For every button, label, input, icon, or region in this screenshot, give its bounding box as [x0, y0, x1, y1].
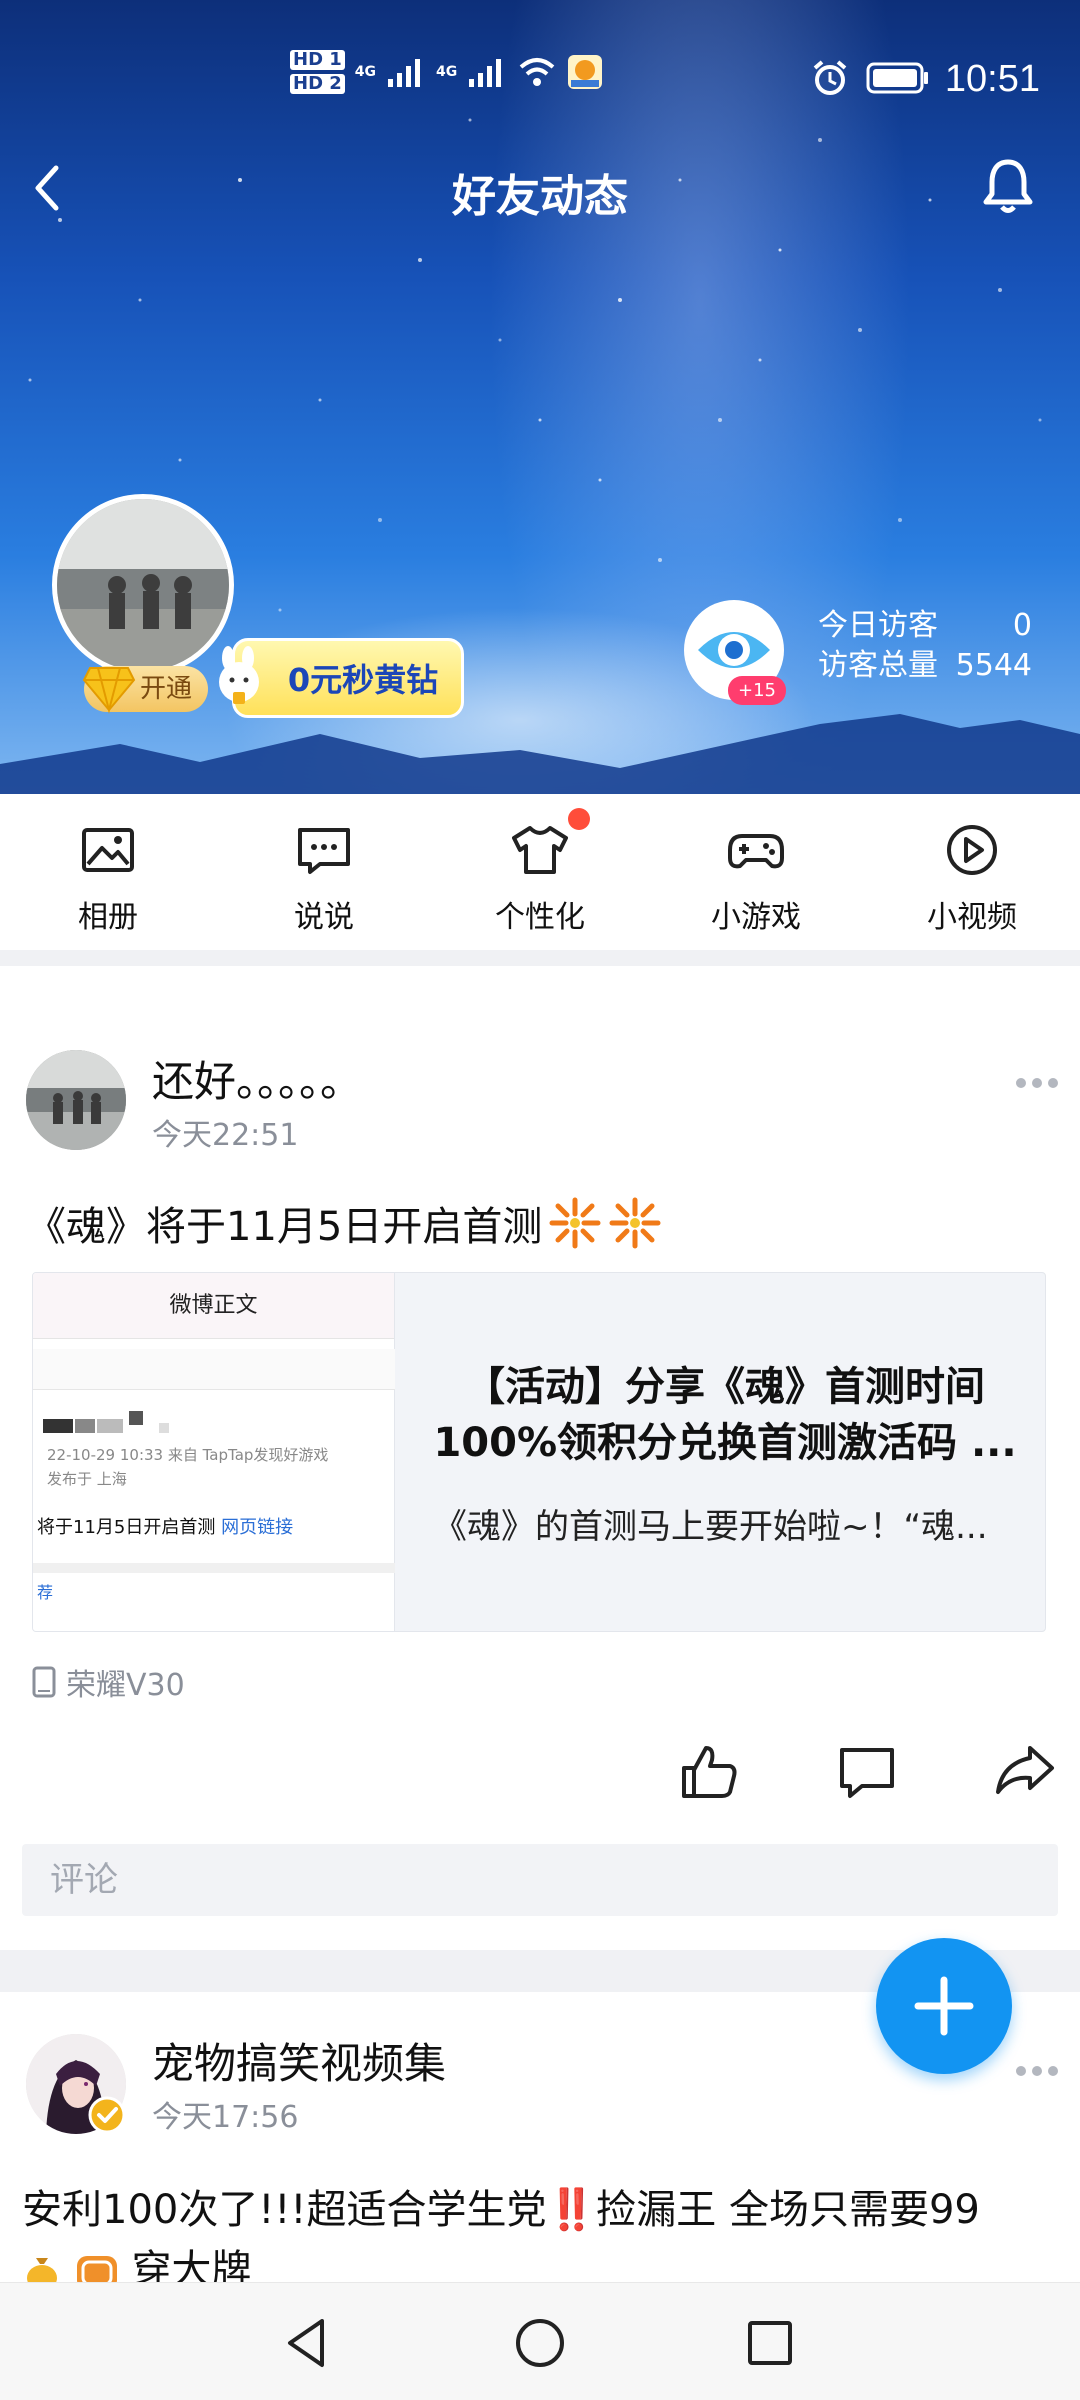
post-text-line2: 穿大牌 [131, 2247, 252, 2282]
sim-indicators: HD 1 HD 2 [290, 48, 345, 96]
shortcut-personalize-label: 个性化 [495, 900, 585, 935]
shortcut-mini-games-label: 小游戏 [711, 900, 801, 935]
post-actions [678, 1740, 1056, 1802]
link-card-title-line2: 100%领积分兑换首测激活码 ... [433, 1420, 1017, 1466]
firework-emoji-icon [549, 1197, 601, 1249]
verified-badge-icon [88, 2096, 126, 2134]
shortcut-album[interactable]: 相册 [0, 794, 216, 950]
mascot-icon [219, 646, 259, 704]
today-visitors-label: 今日访客 [818, 608, 938, 643]
diamond-icon [82, 667, 136, 714]
post-timestamp: 今天17:56 [152, 2100, 299, 2135]
section-divider [0, 950, 1080, 966]
shortcut-short-video[interactable]: 小视频 [864, 794, 1080, 950]
thumb-recommend: 荐 [33, 1563, 395, 1603]
post-author-avatar[interactable] [26, 1050, 126, 1150]
visitor-stats[interactable]: 今日访客 0 访客总量 5544 [818, 606, 1032, 686]
clock: 10:51 [944, 58, 1040, 100]
post-timestamp: 今天22:51 [152, 1118, 299, 1153]
total-visitors-value: 5544 [955, 648, 1032, 683]
link-card-subtitle: 《魂》的首测马上要开始啦~！“魂... [433, 1507, 988, 1547]
post-text-part1: 安利100次了!!!超适合学生党 [22, 2187, 547, 2233]
top-navigation: 好友动态 [0, 140, 1080, 240]
shortcut-album-label: 相册 [78, 900, 138, 935]
link-card-title: 【活动】分享《魂》首测时间 100%领积分兑换首测激活码 ... [417, 1359, 1033, 1471]
shortcut-moments[interactable]: 说说 [216, 794, 432, 950]
post-device: 荣耀V30 [30, 1660, 185, 1704]
link-card-title-line1: 【活动】分享《魂》首测时间 [465, 1364, 985, 1410]
plus-icon [914, 1976, 974, 2036]
more-options-icon[interactable] [1014, 2064, 1060, 2078]
new-visitors-badge: +15 [728, 676, 786, 705]
thumb-body-text: 将于11月5日开启首测 [37, 1517, 216, 1538]
wifi-icon [519, 58, 555, 86]
network-label-1: 4G [354, 64, 377, 80]
network-label-2: 4G [436, 64, 458, 80]
battery-icon [866, 62, 928, 94]
avatar-image [26, 1050, 126, 1150]
shortcut-bar: 相册 说说 个性化 小游戏 小视频 [0, 794, 1080, 950]
sim1-label: HD 1 [290, 50, 345, 70]
link-thumbnail: 微博正文 22-10-29 10:33 来自 TapTap发现好游戏 发布于 上… [33, 1273, 395, 1631]
signal-icon [388, 59, 421, 87]
shortcut-personalize[interactable]: 个性化 [432, 794, 648, 950]
post-author-name[interactable]: 还好。。。。。 [152, 1048, 362, 1109]
post-text-content: 《魂》将于11月5日开启首测 [26, 1204, 543, 1250]
total-visitors-label: 访客总量 [818, 648, 938, 683]
shared-link-card[interactable]: 微博正文 22-10-29 10:33 来自 TapTap发现好游戏 发布于 上… [32, 1272, 1046, 1632]
tshirt-icon [512, 826, 568, 874]
alarm-icon [813, 60, 847, 95]
gamepad-icon [728, 834, 784, 869]
thumb-meta-line1: 22-10-29 10:33 来自 TapTap发现好游戏 [47, 1446, 329, 1464]
post-device-label: 荣耀V30 [66, 1668, 185, 1703]
comment-icon[interactable] [836, 1740, 898, 1802]
money-bag-emoji-icon [27, 2258, 57, 2282]
post-text: 《魂》将于11月5日开启首测 [26, 1194, 662, 1252]
shortcut-moments-label: 说说 [294, 900, 354, 935]
post-author-name[interactable]: 宠物搞笑视频集 [152, 2030, 446, 2091]
status-bar: HD 1 HD 2 4G 4G 10:51 [0, 40, 1080, 120]
thumb-link-text: 网页链接 [221, 1517, 294, 1538]
phone-icon [32, 1666, 56, 1698]
like-icon[interactable] [678, 1740, 740, 1802]
user-avatar[interactable] [52, 494, 234, 676]
share-icon[interactable] [994, 1740, 1056, 1802]
nav-recents-icon[interactable] [740, 2313, 800, 2373]
shortcut-mini-games[interactable]: 小游戏 [648, 794, 864, 950]
nav-home-icon[interactable] [510, 2313, 570, 2373]
thumb-header: 微博正文 [33, 1273, 394, 1339]
play-circle-icon [947, 825, 997, 875]
app-notification-icon [568, 55, 603, 89]
comment-input[interactable]: 评论 [22, 1844, 1058, 1916]
system-navigation-bar [0, 2282, 1080, 2400]
signal-icon [469, 59, 502, 87]
promo-label: 0元秒黄钻 [287, 661, 439, 699]
sim2-label: HD 2 [290, 74, 345, 94]
post-text-part2: 捡漏王 全场只需要99 [596, 2187, 980, 2233]
thumb-body: 将于11月5日开启首测 网页链接 [37, 1513, 293, 1539]
bell-icon[interactable] [976, 154, 1040, 218]
more-options-icon[interactable] [1014, 1076, 1060, 1090]
compose-post-button[interactable] [876, 1938, 1012, 2074]
post-text: 安利100次了!!!超适合学生党‼️捡漏王 全场只需要99 穿大牌 [22, 2180, 1062, 2282]
double-exclamation-emoji: ‼️ [546, 2187, 597, 2233]
notification-dot [568, 808, 590, 830]
thumb-meta: 22-10-29 10:33 来自 TapTap发现好游戏 发布于 上海 [47, 1443, 328, 1491]
firework-emoji-icon [609, 1197, 661, 1249]
image-icon [82, 828, 134, 872]
thumb-meta-line2: 发布于 上海 [47, 1470, 127, 1488]
coin-emoji-icon [76, 2256, 117, 2282]
page-title: 好友动态 [452, 171, 628, 222]
feed-post: 还好。。。。。 今天22:51 《魂》将于11月5日开启首测 微博正文 22-1… [0, 966, 1080, 1950]
cover-banner: HD 1 HD 2 4G 4G 10:51 好友动态 开通 0元秒黄钻 +15 … [0, 0, 1080, 794]
today-visitors-value: 0 [1012, 608, 1032, 643]
nav-back-icon[interactable] [278, 2313, 338, 2373]
thumb-placeholder-graphic [33, 1349, 395, 1433]
chat-bubble-icon [298, 828, 350, 874]
shortcut-short-video-label: 小视频 [927, 900, 1017, 935]
